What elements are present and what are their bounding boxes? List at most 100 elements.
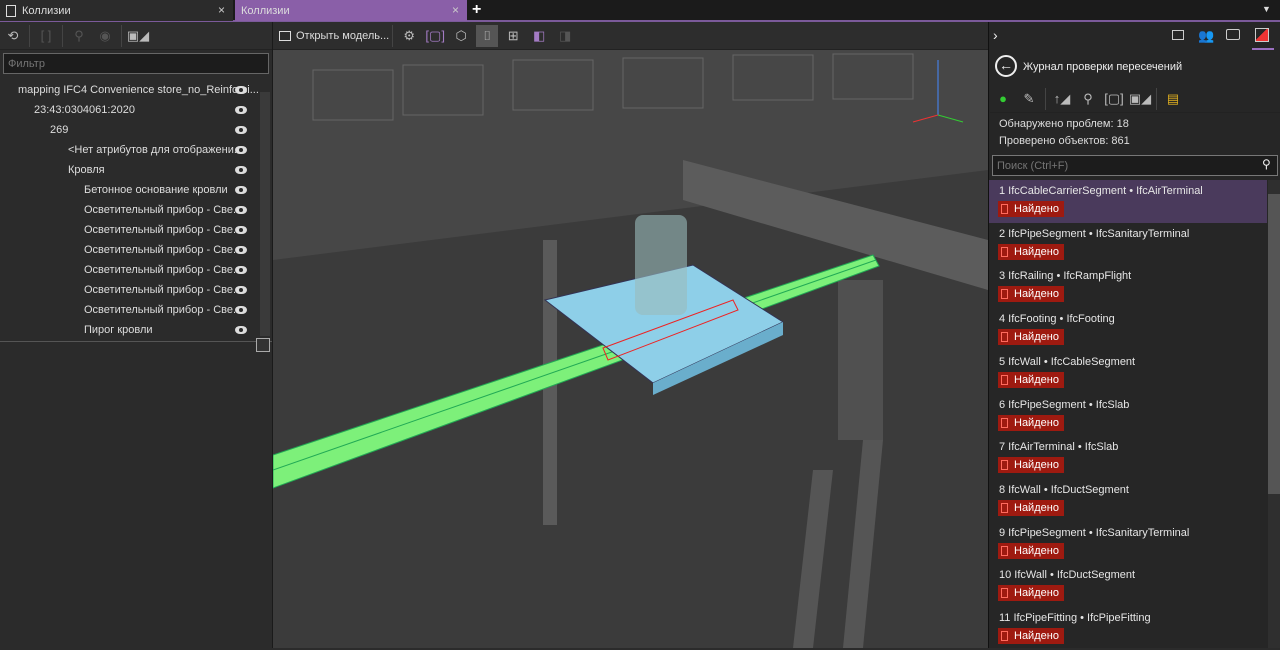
collision-list-item[interactable]: 6 IfcPipeSegment • IfcSlab Найдено (989, 394, 1267, 437)
collision-list-item[interactable]: 4 IfcFooting • IfcFooting Найдено (989, 308, 1267, 351)
collision-list-item[interactable]: 2 IfcPipeSegment • IfcSanitaryTerminal На… (989, 223, 1267, 266)
tree-item[interactable]: Пирог кровли (0, 320, 260, 340)
collision-list-item[interactable]: 10 IfcWall • IfcDuctSegment Найдено (989, 564, 1267, 607)
sort-icon[interactable]: ↑◢ (1051, 88, 1073, 110)
tree-toolbar: ⟲ [ ] ⚲ ◉ ▣◢ (0, 22, 272, 50)
status-badge: Найдено (998, 542, 1064, 559)
collision-label: 9 IfcPipeSegment • IfcSanitaryTerminal (999, 526, 1190, 539)
tree-item-label: Кровля (68, 164, 105, 176)
users-icon[interactable]: 👥 (1198, 28, 1214, 44)
problems-found: Обнаружено проблем: 18 (999, 118, 1129, 130)
collisions-icon[interactable] (1255, 28, 1269, 42)
tree-item[interactable]: Осветительный прибор - Све... (0, 220, 260, 240)
status-label: Найдено (1014, 630, 1059, 642)
collision-list-item[interactable]: 9 IfcPipeSegment • IfcSanitaryTerminal На… (989, 522, 1267, 565)
tree-item-label: 23:43:0304061:2020 (34, 104, 135, 116)
tree-item[interactable]: 269 (0, 120, 260, 140)
tabs-dropdown-icon[interactable]: ▼ (1262, 4, 1271, 14)
visibility-eye-icon[interactable] (235, 306, 247, 314)
visibility-eye-icon[interactable] (235, 266, 247, 274)
open-model-button[interactable]: Открыть модель... (279, 30, 389, 42)
comment-view-icon[interactable]: ⌷ (476, 24, 499, 47)
collision-label: 10 IfcWall • IfcDuctSegment (999, 569, 1136, 582)
camera-icon[interactable] (1226, 29, 1240, 40)
visibility-eye-icon[interactable] (235, 286, 247, 294)
tree-item-label: <Нет атрибутов для отображени... (68, 144, 244, 156)
visibility-eye-icon[interactable] (235, 226, 247, 234)
tree-item[interactable]: Осветительный прибор - Све... (0, 260, 260, 280)
visibility-eye-icon[interactable] (235, 106, 247, 114)
back-button[interactable]: ← (995, 55, 1017, 77)
hide-icon[interactable]: ◉ (94, 25, 116, 47)
collision-list-item[interactable]: 7 IfcAirTerminal • IfcSlab Найдено (989, 436, 1267, 479)
collision-list-item[interactable]: 1 IfcCableCarrierSegment • IfcAirTermina… (989, 180, 1267, 223)
collision-label: 6 IfcPipeSegment • IfcSlab (999, 398, 1130, 411)
status-label: Найдено (1014, 331, 1059, 344)
visibility-eye-icon[interactable] (235, 206, 247, 214)
search-input[interactable] (992, 155, 1278, 176)
tree-item[interactable]: mapping IFC4 Convenience store_no_Reinfo… (0, 80, 260, 100)
visibility-eye-icon[interactable] (235, 126, 247, 134)
search-icon[interactable]: ⚲ (1262, 157, 1271, 171)
edit-icon[interactable]: ✎ (1018, 88, 1040, 110)
3d-viewport[interactable] (273, 50, 988, 648)
visibility-eye-icon[interactable] (235, 326, 247, 334)
tree-item[interactable]: 23:43:0304061:2020 (0, 100, 260, 120)
tree-item[interactable]: Осветительный прибор - Све... (0, 300, 260, 320)
status-label: Найдено (1014, 288, 1059, 301)
run-icon[interactable]: ● (992, 88, 1014, 110)
new-tab-button[interactable]: + (472, 1, 481, 19)
display-mode-icon[interactable]: ▣◢ (1129, 88, 1151, 110)
collision-list-item[interactable]: 8 IfcWall • IfcDuctSegment Найдено (989, 479, 1267, 522)
close-tab-icon[interactable]: × (218, 3, 225, 17)
visibility-eye-icon[interactable] (235, 86, 247, 94)
collision-list-item[interactable]: 11 IfcPipeFitting • IfcPipeFitting Найден… (989, 607, 1267, 650)
visibility-eye-icon[interactable] (235, 186, 247, 194)
tree-resize-icon[interactable] (256, 338, 270, 352)
status-label: Найдено (1014, 459, 1059, 472)
add-comment-icon[interactable]: ⊞ (502, 25, 524, 47)
air-terminal[interactable] (635, 215, 687, 315)
bookmark-icon (1001, 502, 1008, 513)
cube-icon[interactable]: ⬡ (450, 25, 472, 47)
bookmark-icon (1001, 246, 1008, 257)
collision-list-item[interactable]: 3 IfcRailing • IfcRampFlight Найдено (989, 265, 1267, 308)
tree-item[interactable]: Осветительный прибор - Све... (0, 200, 260, 220)
status-badge: Найдено (998, 457, 1064, 474)
open-model-label: Открыть модель... (296, 29, 390, 42)
tree-item[interactable]: Осветительный прибор - Све... (0, 240, 260, 260)
settings-icon[interactable]: ⚙ (398, 25, 420, 47)
layer-icon[interactable]: ◨ (554, 25, 576, 47)
chat-icon[interactable] (1172, 30, 1184, 40)
collision-list-item[interactable]: 5 IfcWall • IfcCableSegment Найдено (989, 351, 1267, 394)
isolate-icon[interactable]: ⚲ (1077, 88, 1099, 110)
tree-item[interactable]: Осветительный прибор - Све... (0, 280, 260, 300)
refresh-icon[interactable]: ⟲ (2, 25, 24, 47)
filter-input[interactable] (3, 53, 269, 74)
tree-item[interactable]: Кровля (0, 160, 260, 180)
tree-item[interactable]: <Нет атрибутов для отображени... (0, 140, 260, 160)
display-mode-icon[interactable]: ▣◢ (127, 25, 149, 47)
visibility-eye-icon[interactable] (235, 246, 247, 254)
tab-collisions-2[interactable]: Коллизии × (235, 0, 467, 21)
frame-icon[interactable]: [▢] (424, 25, 446, 47)
tree-scrollbar[interactable] (260, 92, 270, 336)
status-label: Найдено (1014, 245, 1059, 258)
report-icon[interactable]: ▤ (1162, 88, 1184, 110)
tab-collisions-1[interactable]: Коллизии × (0, 0, 233, 21)
visibility-eye-icon[interactable] (235, 166, 247, 174)
viewport-toolbar: Открыть модель... ⚙ [▢] ⬡ ⌷ ⊞ ◧ ◨ (273, 22, 988, 50)
folder-icon (279, 30, 291, 41)
isolate-icon[interactable]: ⚲ (68, 25, 90, 47)
tab-label: Коллизии (241, 4, 290, 17)
tree-item[interactable]: Бетонное основание кровли (0, 180, 260, 200)
issues-scrollbar[interactable] (1268, 180, 1280, 648)
collapse-panel-icon[interactable]: › (993, 27, 998, 43)
frame-icon[interactable]: [▢] (1103, 88, 1125, 110)
visibility-eye-icon[interactable] (235, 146, 247, 154)
fit-icon[interactable]: [ ] (35, 25, 57, 47)
tree-item-label: Бетонное основание кровли (84, 184, 228, 196)
collision-label: 11 IfcPipeFitting • IfcPipeFitting (999, 612, 1151, 624)
close-tab-icon[interactable]: × (452, 3, 459, 17)
section-icon[interactable]: ◧ (528, 25, 550, 47)
